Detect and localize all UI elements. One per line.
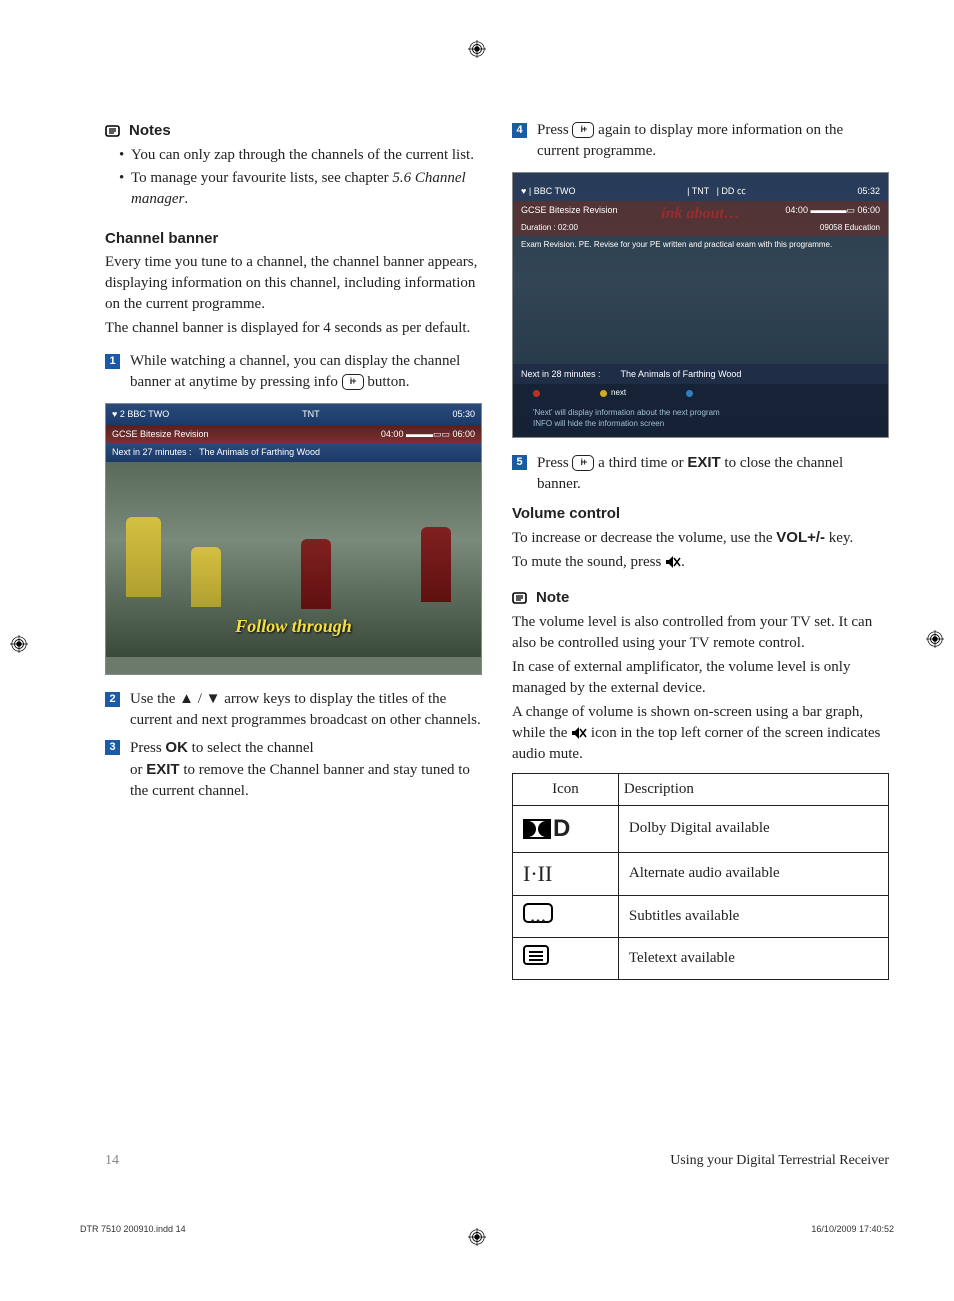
step-number-icon: 3 [105, 740, 120, 755]
note-title: Note [536, 587, 569, 608]
description-cell: Teletext available [618, 938, 888, 980]
info-button-icon [342, 374, 364, 390]
note-icon [512, 590, 530, 606]
body-text: The volume level is also controlled from… [512, 612, 889, 654]
file-name: DTR 7510 200910.indd 14 [80, 1223, 186, 1236]
banner-next-row: Next in 27 minutes : The Animals of Fart… [106, 443, 481, 462]
blue-dot-icon [686, 390, 693, 397]
page: Notes You can only zap through the chann… [0, 0, 954, 1301]
page-footer: 14 Using your Digital Terrestrial Receiv… [105, 1151, 889, 1171]
registration-mark-icon [926, 630, 944, 648]
note-heading: Note [512, 587, 889, 608]
info-button-icon [572, 122, 594, 138]
dolby-digital-icon: D [523, 812, 608, 846]
overlay-text: Follow through [106, 614, 481, 639]
table-row: Subtitles available [513, 896, 889, 938]
step-2: 2 Use the ▲ / ▼ arrow keys to display th… [105, 689, 482, 731]
programme-name: GCSE Bitesize Revision [112, 428, 209, 441]
table-row: D Dolby Digital available [513, 806, 889, 853]
banner-top-row: ♥ 2 BBC TWO TNT 05:30 [106, 404, 481, 425]
channel-banner-heading: Channel banner [105, 228, 482, 249]
body-text: To mute the sound, press . [512, 552, 889, 573]
body-text: To increase or decrease the volume, use … [512, 527, 889, 549]
icon-cell [513, 896, 619, 938]
channel-label: ♥ 2 BBC TWO [112, 408, 169, 421]
registration-mark-icon [10, 635, 28, 653]
step-body: Use the ▲ / ▼ arrow keys to display the … [130, 689, 482, 731]
step-body: Press a third time or EXIT to close the … [537, 452, 889, 495]
description-cell: Dolby Digital available [618, 806, 888, 853]
red-dot-icon [533, 390, 540, 397]
info-top-row: ♥ | BBC TWO | TNT | DD ㏄ 05:32 [513, 173, 888, 201]
screenshot-channel-banner: ♥ 2 BBC TWO TNT 05:30 GCSE Bitesize Revi… [105, 403, 482, 675]
notes-list: You can only zap through the channels of… [105, 145, 482, 210]
right-column: 4 Press again to display more informatio… [512, 120, 889, 980]
mute-icon [665, 555, 681, 569]
step-number-icon: 1 [105, 354, 120, 369]
step-5: 5 Press a third time or EXIT to close th… [512, 452, 889, 495]
note-bullet: You can only zap through the channels of… [119, 145, 482, 166]
body-text: The channel banner is displayed for 4 se… [105, 318, 482, 339]
content-columns: Notes You can only zap through the chann… [105, 120, 889, 980]
print-date: 16/10/2009 17:40:52 [811, 1223, 894, 1236]
screenshot-info-overlay: ♥ | BBC TWO | TNT | DD ㏄ 05:32 GCSE Bite… [512, 172, 889, 438]
color-buttons-row: next [513, 384, 888, 401]
yellow-dot-icon [600, 390, 607, 397]
icon-cell [513, 938, 619, 980]
step-body: While watching a channel, you can displa… [130, 351, 482, 393]
time-label: 05:30 [452, 408, 475, 421]
registration-mark-icon [468, 40, 486, 58]
table-row: Teletext available [513, 938, 889, 980]
subtitles-icon [523, 903, 553, 923]
print-metadata: DTR 7510 200910.indd 14 16/10/2009 17:40… [80, 1223, 894, 1236]
table-header-row: Icon Description [513, 774, 889, 806]
step-1: 1 While watching a channel, you can disp… [105, 351, 482, 393]
next-row: Next in 28 minutes : The Animals of Fart… [513, 364, 888, 385]
tnt-label: TNT [302, 408, 320, 421]
icon-cell: D [513, 806, 619, 853]
table-row: I·II Alternate audio available [513, 852, 889, 896]
alternate-audio-icon: I·II [523, 861, 552, 886]
body-text: Every time you tune to a channel, the ch… [105, 252, 482, 315]
programme-description: Exam Revision. PE. Revise for your PE wr… [513, 236, 888, 254]
body-text: In case of external amplificator, the vo… [512, 657, 889, 699]
step-number-icon: 5 [512, 455, 527, 470]
info-bottom: Next in 28 minutes : The Animals of Fart… [513, 364, 888, 437]
notes-heading: Notes [105, 120, 482, 141]
description-cell: Alternate audio available [618, 852, 888, 896]
step-4: 4 Press again to display more informatio… [512, 120, 889, 162]
table-header: Description [618, 774, 888, 806]
video-area: Follow through [106, 462, 481, 657]
step-body: Press again to display more information … [537, 120, 889, 162]
step-3: 3 Press OK to select the channel or EXIT… [105, 737, 482, 802]
section-title: Using your Digital Terrestrial Receiver [670, 1151, 889, 1171]
bg-text: ink about… [661, 203, 740, 225]
note-bullet: To manage your favourite lists, see chap… [119, 168, 482, 210]
body-text: A change of volume is shown on-screen us… [512, 702, 889, 765]
icon-cell: I·II [513, 852, 619, 896]
banner-prog-row: GCSE Bitesize Revision 04:00 ▬▬▬▭▭ 06:00 [106, 425, 481, 444]
step-body: Press OK to select the channel or EXIT t… [130, 737, 482, 802]
table-header: Icon [513, 774, 619, 806]
teletext-icon [523, 945, 549, 965]
note-icon [105, 123, 123, 139]
description-cell: Subtitles available [618, 896, 888, 938]
notes-title: Notes [129, 120, 171, 141]
left-column: Notes You can only zap through the chann… [105, 120, 482, 980]
volume-heading: Volume control [512, 503, 889, 524]
step-number-icon: 4 [512, 123, 527, 138]
info-button-icon [572, 455, 594, 471]
hint-text: 'Next' will display information about th… [513, 402, 888, 437]
mute-icon [571, 726, 587, 740]
icon-table: Icon Description D Dolby Digital availab… [512, 773, 889, 980]
step-number-icon: 2 [105, 692, 120, 707]
page-number: 14 [105, 1151, 119, 1171]
